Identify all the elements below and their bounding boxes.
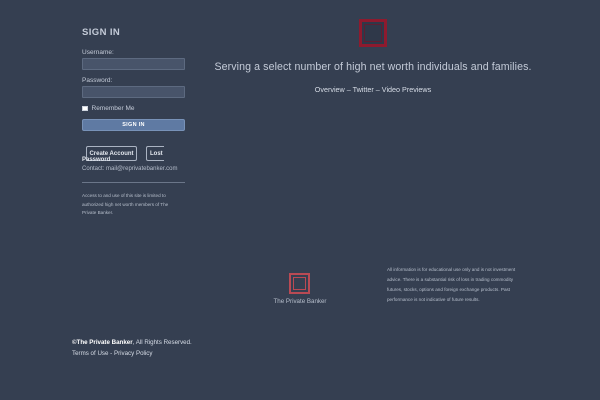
password-label: Password: [82, 77, 113, 84]
video-previews-link[interactable]: Video Previews [382, 85, 431, 94]
hero-tagline: Serving a select number of high net wort… [214, 61, 532, 73]
footer-logo-inner [293, 277, 306, 290]
contact-email-link[interactable]: mail@reprivatebanker.com [106, 166, 177, 172]
footer-brand-name: The Private Banker [273, 298, 327, 305]
brand-logo-inner [364, 24, 382, 42]
password-input[interactable] [82, 86, 185, 98]
contact-prefix: Contact: [82, 166, 105, 172]
lost-password-link[interactable]: Password [82, 157, 110, 163]
contact-line: Contact: mail@reprivatebanker.com [82, 166, 177, 172]
remember-me-label: Remember Me [91, 105, 135, 112]
overview-link[interactable]: Overview [315, 85, 345, 94]
account-actions: Create Account Lost Password Contact: ma… [82, 146, 185, 182]
legal-links: Terms of Use - Privacy Policy [72, 350, 152, 357]
signin-divider [82, 182, 185, 183]
signin-button[interactable]: SIGN IN [82, 119, 185, 131]
privacy-policy-link[interactable]: Privacy Policy [114, 350, 153, 357]
link-separator: – [375, 85, 380, 94]
username-label: Username: [82, 49, 114, 56]
copyright-notice: ©The Private Banker, All Rights Reserved… [72, 339, 192, 346]
risk-disclaimer: All information is for educational use o… [387, 267, 516, 302]
copyright-brand: ©The Private Banker [72, 339, 133, 346]
twitter-link[interactable]: Twitter [353, 85, 374, 94]
remember-me-checkbox[interactable] [82, 105, 88, 112]
access-notice: Access to and use of this site is limite… [82, 193, 169, 215]
media-links: Overview – Twitter – Video Previews [300, 85, 446, 94]
lost-password-button[interactable]: Lost [146, 146, 164, 161]
brand-logo-icon [359, 19, 387, 47]
remember-me-row[interactable]: Remember Me [82, 104, 185, 113]
signin-title: SIGN IN [82, 27, 121, 38]
signin-panel: SIGN IN Username: Password: Remember Me … [82, 27, 185, 218]
footer-logo-icon [289, 273, 310, 294]
link-separator: – [346, 85, 351, 94]
username-input[interactable] [82, 58, 185, 70]
terms-of-use-link[interactable]: Terms of Use [72, 350, 108, 357]
copyright-rest: , All Rights Reserved. [132, 339, 192, 346]
